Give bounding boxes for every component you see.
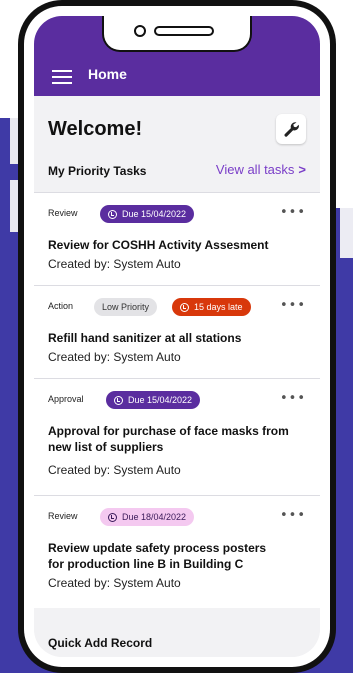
clock-icon <box>114 395 123 405</box>
more-icon[interactable]: ••• <box>280 298 306 313</box>
main-content: Welcome! My Priority Tasks View all task… <box>34 96 320 657</box>
chevron-right-icon: > <box>298 162 306 177</box>
quick-add-section[interactable]: Quick Add Record <box>34 608 320 657</box>
task-card[interactable]: Review Due 18/04/2022 ••• Review update … <box>34 495 320 608</box>
task-type-label: Review <box>48 511 78 521</box>
phone-frame: Home Welcome! My Priority Tasks View all… <box>18 0 336 673</box>
task-tags: Approval Due 15/04/2022 ••• <box>48 391 306 411</box>
clock-icon <box>180 302 189 312</box>
more-icon[interactable]: ••• <box>280 508 306 523</box>
phone-notch <box>102 16 252 52</box>
speaker-icon <box>154 26 214 36</box>
task-tags: Action Low Priority 15 days late ••• <box>48 298 306 318</box>
priority-badge: Low Priority <box>94 298 158 316</box>
task-card[interactable]: Approval Due 15/04/2022 ••• Approval for… <box>34 378 320 495</box>
camera-icon <box>134 25 146 37</box>
wrench-icon <box>284 122 299 137</box>
task-tags: Review Due 15/04/2022 ••• <box>48 205 306 225</box>
priority-tasks-header: My Priority Tasks View all tasks > <box>48 160 306 184</box>
task-title-line-1: Review update safety process posters <box>48 541 267 555</box>
task-type-label: Action <box>48 301 74 311</box>
welcome-heading: Welcome! <box>48 118 143 140</box>
due-date-text: Due 15/04/2022 <box>128 395 193 405</box>
task-title-line-1: Approval for purchase of face masks from <box>48 424 289 438</box>
task-created-by: Created by: System Auto <box>48 350 181 364</box>
phone-inner: Home Welcome! My Priority Tasks View all… <box>24 6 330 667</box>
clock-icon <box>108 512 117 522</box>
task-title: Review for COSHH Activity Assesment <box>48 238 269 252</box>
quick-add-label: Quick Add Record <box>48 636 153 650</box>
due-date-text: Due 15/04/2022 <box>122 209 187 219</box>
due-date-badge: Due 15/04/2022 <box>106 391 201 409</box>
app-bar-title: Home <box>88 66 127 82</box>
task-card[interactable]: Review Due 15/04/2022 ••• Review for COS… <box>34 192 320 285</box>
task-title-line-2: new list of suppliers <box>48 440 164 454</box>
view-all-label: View all tasks <box>215 162 295 177</box>
late-text: 15 days late <box>194 302 243 312</box>
due-date-text: Due 18/04/2022 <box>122 512 187 522</box>
task-type-label: Review <box>48 208 78 218</box>
menu-icon[interactable] <box>52 70 72 84</box>
priority-tasks-title: My Priority Tasks <box>48 164 147 178</box>
task-tags: Review Due 18/04/2022 ••• <box>48 508 306 528</box>
background-bar <box>10 180 18 232</box>
settings-button[interactable] <box>276 114 306 144</box>
task-card[interactable]: Action Low Priority 15 days late ••• Ref… <box>34 285 320 378</box>
task-created-by: Created by: System Auto <box>48 257 181 271</box>
more-icon[interactable]: ••• <box>280 205 306 220</box>
task-type-label: Approval <box>48 394 84 404</box>
view-all-tasks-link[interactable]: View all tasks > <box>216 162 306 177</box>
app-screen: Home Welcome! My Priority Tasks View all… <box>34 16 320 657</box>
task-title-line-2: for production line B in Building C <box>48 557 244 571</box>
due-date-badge: Due 15/04/2022 <box>100 205 195 223</box>
task-created-by: Created by: System Auto <box>48 463 181 477</box>
task-title: Refill hand sanitizer at all stations <box>48 331 242 345</box>
background-bar <box>10 118 18 164</box>
due-date-badge: Due 18/04/2022 <box>100 508 195 526</box>
welcome-row: Welcome! <box>48 114 306 150</box>
late-badge: 15 days late <box>172 298 251 316</box>
clock-icon <box>108 209 117 219</box>
background-stripe <box>340 208 353 258</box>
more-icon[interactable]: ••• <box>280 391 306 406</box>
task-created-by: Created by: System Auto <box>48 576 181 590</box>
